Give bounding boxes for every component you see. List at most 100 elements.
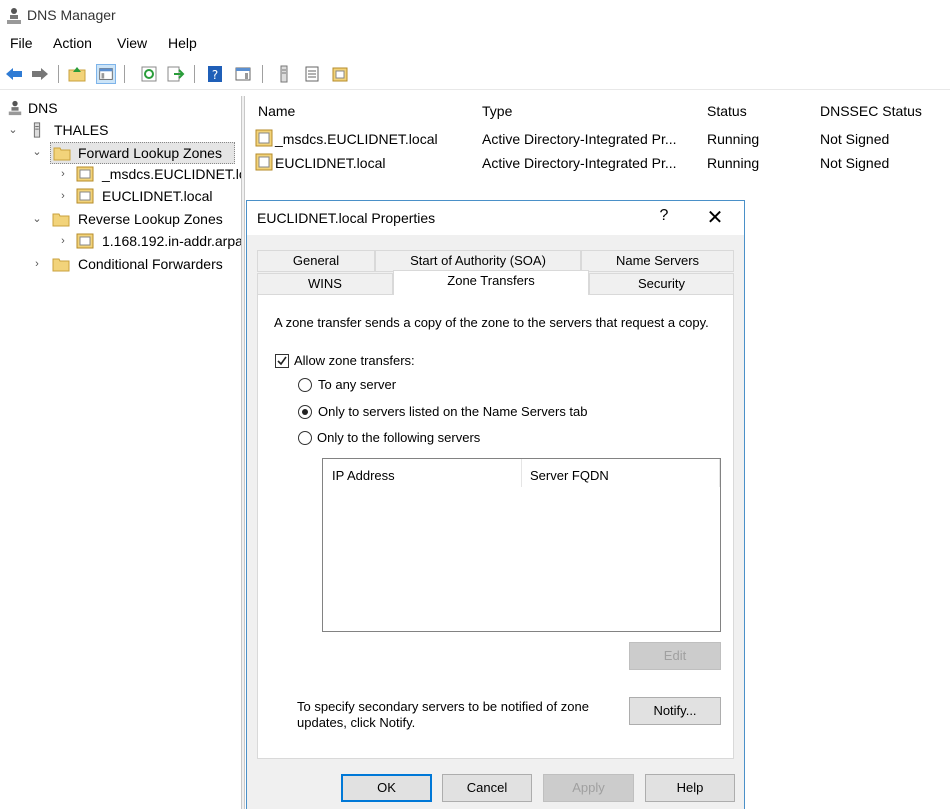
tree-label: Forward Lookup Zones [78,145,222,161]
allow-zone-transfers-label[interactable]: Allow zone transfers: [294,353,415,368]
server-icon [33,122,41,138]
menu-view[interactable]: View [117,35,147,51]
tab-name-servers[interactable]: Name Servers [581,250,734,272]
tab-wins[interactable]: WINS [257,273,393,295]
apply-button[interactable]: Apply [543,774,634,802]
tree-item-dns[interactable]: DNS [0,98,241,120]
column-header-name[interactable]: Name [258,103,295,119]
toolbar-separator [58,65,59,83]
column-header-type[interactable]: Type [482,103,512,119]
chevron-right-icon[interactable]: › [56,234,70,248]
tree-item-euclidnet-zone[interactable]: › EUCLIDNET.local [0,186,241,208]
tab-start-of-authority[interactable]: Start of Authority (SOA) [375,250,581,272]
zone-icon [76,166,94,182]
help-icon[interactable]: ? [205,64,225,84]
tree-label: Conditional Forwarders [78,256,223,272]
zone-icon [76,233,94,249]
toolbar-separator [262,65,263,83]
cell-type: Active Directory-Integrated Pr... [482,131,677,147]
server-list[interactable]: IP Address Server FQDN [322,458,721,632]
radio-any-server[interactable] [298,378,312,392]
radio-name-servers-tab[interactable] [298,405,312,419]
edit-button[interactable]: Edit [629,642,721,670]
tree-label: Reverse Lookup Zones [78,211,223,227]
tree-item-reverse-lookup-zones[interactable]: ⌄ Reverse Lookup Zones [0,209,241,231]
menu-action[interactable]: Action [53,35,92,51]
export-list-icon[interactable] [165,64,185,84]
zone-transfers-panel: A zone transfer sends a copy of the zone… [257,294,734,759]
column-header-server-fqdn[interactable]: Server FQDN [530,468,609,483]
column-header-ip-address[interactable]: IP Address [332,468,395,483]
zone-icon [255,129,273,147]
zone-properties-dialog: EUCLIDNET.local Properties ? ✕ General S… [246,200,745,809]
server-icon[interactable] [274,64,294,84]
chevron-right-icon[interactable]: › [56,189,70,203]
chevron-down-icon[interactable]: ⌄ [30,212,44,226]
back-icon[interactable] [4,64,24,84]
folder-icon [53,147,71,161]
window-title: DNS Manager [27,7,116,23]
allow-zone-transfers-checkbox[interactable] [275,354,289,368]
menu-bar: File Action View Help [0,32,950,56]
close-button[interactable]: ✕ [702,205,728,230]
up-folder-icon[interactable] [67,64,87,84]
tree-label: DNS [28,100,58,116]
column-header-status[interactable]: Status [707,103,747,119]
zone-file-icon[interactable] [330,64,350,84]
cell-dnssec: Not Signed [820,131,890,147]
help-button[interactable]: Help [645,774,735,802]
tree-item-msdcs-zone[interactable]: › _msdcs.EUCLIDNET.lo [0,164,241,186]
column-header-dnssec[interactable]: DNSSEC Status [820,103,922,119]
chevron-right-icon[interactable]: › [56,167,70,181]
console-tree: DNS ⌄ THALES Forward Lookup Zones ⌄ › _m… [0,96,241,809]
radio-name-servers-tab-label[interactable]: Only to servers listed on the Name Serve… [318,404,588,419]
menu-file[interactable]: File [10,35,33,51]
show-action-pane-icon[interactable] [233,64,253,84]
dns-icon [8,100,22,116]
dialog-title-bar[interactable]: EUCLIDNET.local Properties ? ✕ [247,201,744,235]
tab-general[interactable]: General [257,250,375,272]
notify-hint-line-2: updates, click Notify. [297,715,416,730]
dialog-title: EUCLIDNET.local Properties [257,210,436,226]
toolbar-separator [194,65,195,83]
checkmark-icon [277,356,287,366]
tree-item-thales[interactable]: ⌄ THALES [0,120,241,142]
list-icon[interactable] [302,64,322,84]
tab-security[interactable]: Security [589,273,734,295]
tree-label: EUCLIDNET.local [102,188,213,204]
column-separator [521,459,522,487]
tree-item-reverse-zone[interactable]: › 1.168.192.in-addr.arpa [0,231,241,253]
column-separator [719,459,720,487]
zone-transfer-description: A zone transfer sends a copy of the zone… [274,315,709,330]
tree-item-conditional-forwarders[interactable]: › Conditional Forwarders [0,254,241,276]
folder-icon [52,213,70,227]
folder-icon [52,258,70,272]
chevron-down-icon[interactable]: ⌄ [30,145,44,159]
chevron-down-icon[interactable]: ⌄ [6,123,20,137]
zone-list: Name Type Status DNSSEC Status _msdcs.EU… [246,96,950,196]
cell-name: EUCLIDNET.local [275,155,386,171]
radio-following-servers-label[interactable]: Only to the following servers [317,430,480,445]
tab-zone-transfers[interactable]: Zone Transfers [393,270,589,295]
show-console-tree-icon[interactable] [96,64,116,84]
table-row[interactable]: EUCLIDNET.local Active Directory-Integra… [246,152,950,174]
table-row[interactable]: _msdcs.EUCLIDNET.local Active Directory-… [246,128,950,150]
menu-help[interactable]: Help [168,35,197,51]
notify-button[interactable]: Notify... [629,697,721,725]
cancel-button[interactable]: Cancel [442,774,532,802]
tree-label: THALES [54,122,109,138]
cell-type: Active Directory-Integrated Pr... [482,155,677,171]
tree-item-forward-lookup-zones[interactable]: Forward Lookup Zones [50,142,235,164]
toolbar-separator [124,65,125,83]
forward-icon[interactable] [30,64,50,84]
pane-splitter[interactable] [241,96,245,809]
context-help-button[interactable]: ? [654,207,674,225]
cell-status: Running [707,155,760,171]
cell-name: _msdcs.EUCLIDNET.local [275,131,438,147]
refresh-icon[interactable] [139,64,159,84]
chevron-right-icon[interactable]: › [30,257,44,271]
tree-label: _msdcs.EUCLIDNET.lo [102,166,241,182]
radio-following-servers[interactable] [298,431,312,445]
radio-any-server-label[interactable]: To any server [318,377,396,392]
ok-button[interactable]: OK [341,774,432,802]
